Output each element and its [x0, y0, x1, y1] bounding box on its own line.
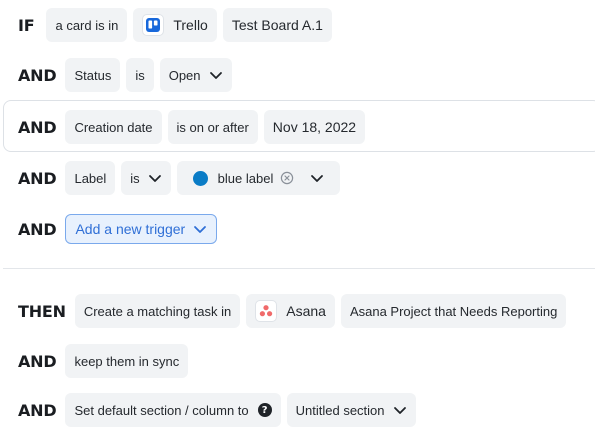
asana-logo-icon	[255, 300, 278, 322]
label-value-label: blue label	[217, 170, 274, 186]
sync-option-chip[interactable]: keep them in sync	[65, 344, 189, 378]
and-keyword: AND	[18, 219, 57, 239]
chevron-down-icon	[209, 68, 223, 82]
trigger-row-add: AND Add a new trigger	[18, 214, 595, 244]
status-field-chip[interactable]: Status	[65, 58, 121, 92]
and-keyword: AND	[18, 351, 57, 371]
question-icon[interactable]: ?	[257, 403, 272, 417]
status-value-dropdown[interactable]: Open	[159, 58, 232, 92]
label-field-chip[interactable]: Label	[65, 161, 116, 195]
trello-logo-icon	[142, 14, 165, 36]
default-section-label: Set default section / column to	[74, 402, 249, 418]
and-keyword: AND	[18, 168, 57, 188]
section-value-dropdown[interactable]: Untitled section	[286, 393, 416, 427]
status-value-label: Open	[168, 67, 201, 83]
status-operator-chip[interactable]: is	[126, 58, 154, 92]
and-keyword: AND	[18, 117, 57, 137]
label-value-dropdown[interactable]: blue label	[176, 161, 341, 195]
action-row-section: AND Set default section / column to ? Un…	[18, 393, 595, 427]
chevron-down-icon	[193, 222, 207, 236]
action-step-chip[interactable]: Create a matching task in	[74, 294, 241, 328]
trigger-app-label: Trello	[173, 17, 208, 33]
add-trigger-label: Add a new trigger	[75, 221, 186, 237]
trigger-row-label: AND Label is blue label	[18, 161, 595, 195]
if-keyword: IF	[18, 15, 35, 35]
blue-label-dot-icon	[192, 170, 208, 186]
trigger-row-creation-date: AND Creation date is on or after Nov 18,…	[18, 110, 595, 144]
label-operator-label: is	[130, 170, 140, 186]
trigger-app-chip[interactable]: Trello	[133, 8, 217, 42]
trigger-row-status: AND Status is Open	[18, 58, 595, 92]
label-operator-dropdown[interactable]: is	[121, 161, 171, 195]
action-row-then: THEN Create a matching task in Asana Asa…	[18, 294, 595, 328]
and-keyword: AND	[18, 400, 57, 420]
and-keyword: AND	[18, 65, 57, 85]
clear-circle-icon[interactable]	[280, 171, 294, 185]
creation-date-value-chip[interactable]: Nov 18, 2022	[263, 110, 366, 144]
section-divider	[3, 268, 595, 269]
action-app-chip[interactable]: Asana	[246, 294, 335, 328]
chevron-down-icon	[310, 171, 324, 185]
then-keyword: THEN	[18, 301, 66, 321]
action-row-sync: AND keep them in sync	[18, 344, 595, 378]
trigger-board-chip[interactable]: Test Board A.1	[222, 8, 332, 42]
default-section-chip[interactable]: Set default section / column to ?	[65, 393, 281, 427]
creation-date-field-chip[interactable]: Creation date	[65, 110, 162, 144]
add-trigger-button[interactable]: Add a new trigger	[65, 214, 218, 244]
action-project-chip[interactable]: Asana Project that Needs Reporting	[340, 294, 567, 328]
trigger-event-chip[interactable]: a card is in	[46, 8, 128, 42]
chevron-down-icon	[148, 171, 162, 185]
creation-date-operator-chip[interactable]: is on or after	[167, 110, 258, 144]
trigger-row-if: IF a card is in Trello Test Board A.1	[18, 8, 595, 42]
section-value-label: Untitled section	[295, 402, 385, 418]
chevron-down-icon	[393, 403, 407, 417]
action-app-label: Asana	[286, 303, 326, 319]
